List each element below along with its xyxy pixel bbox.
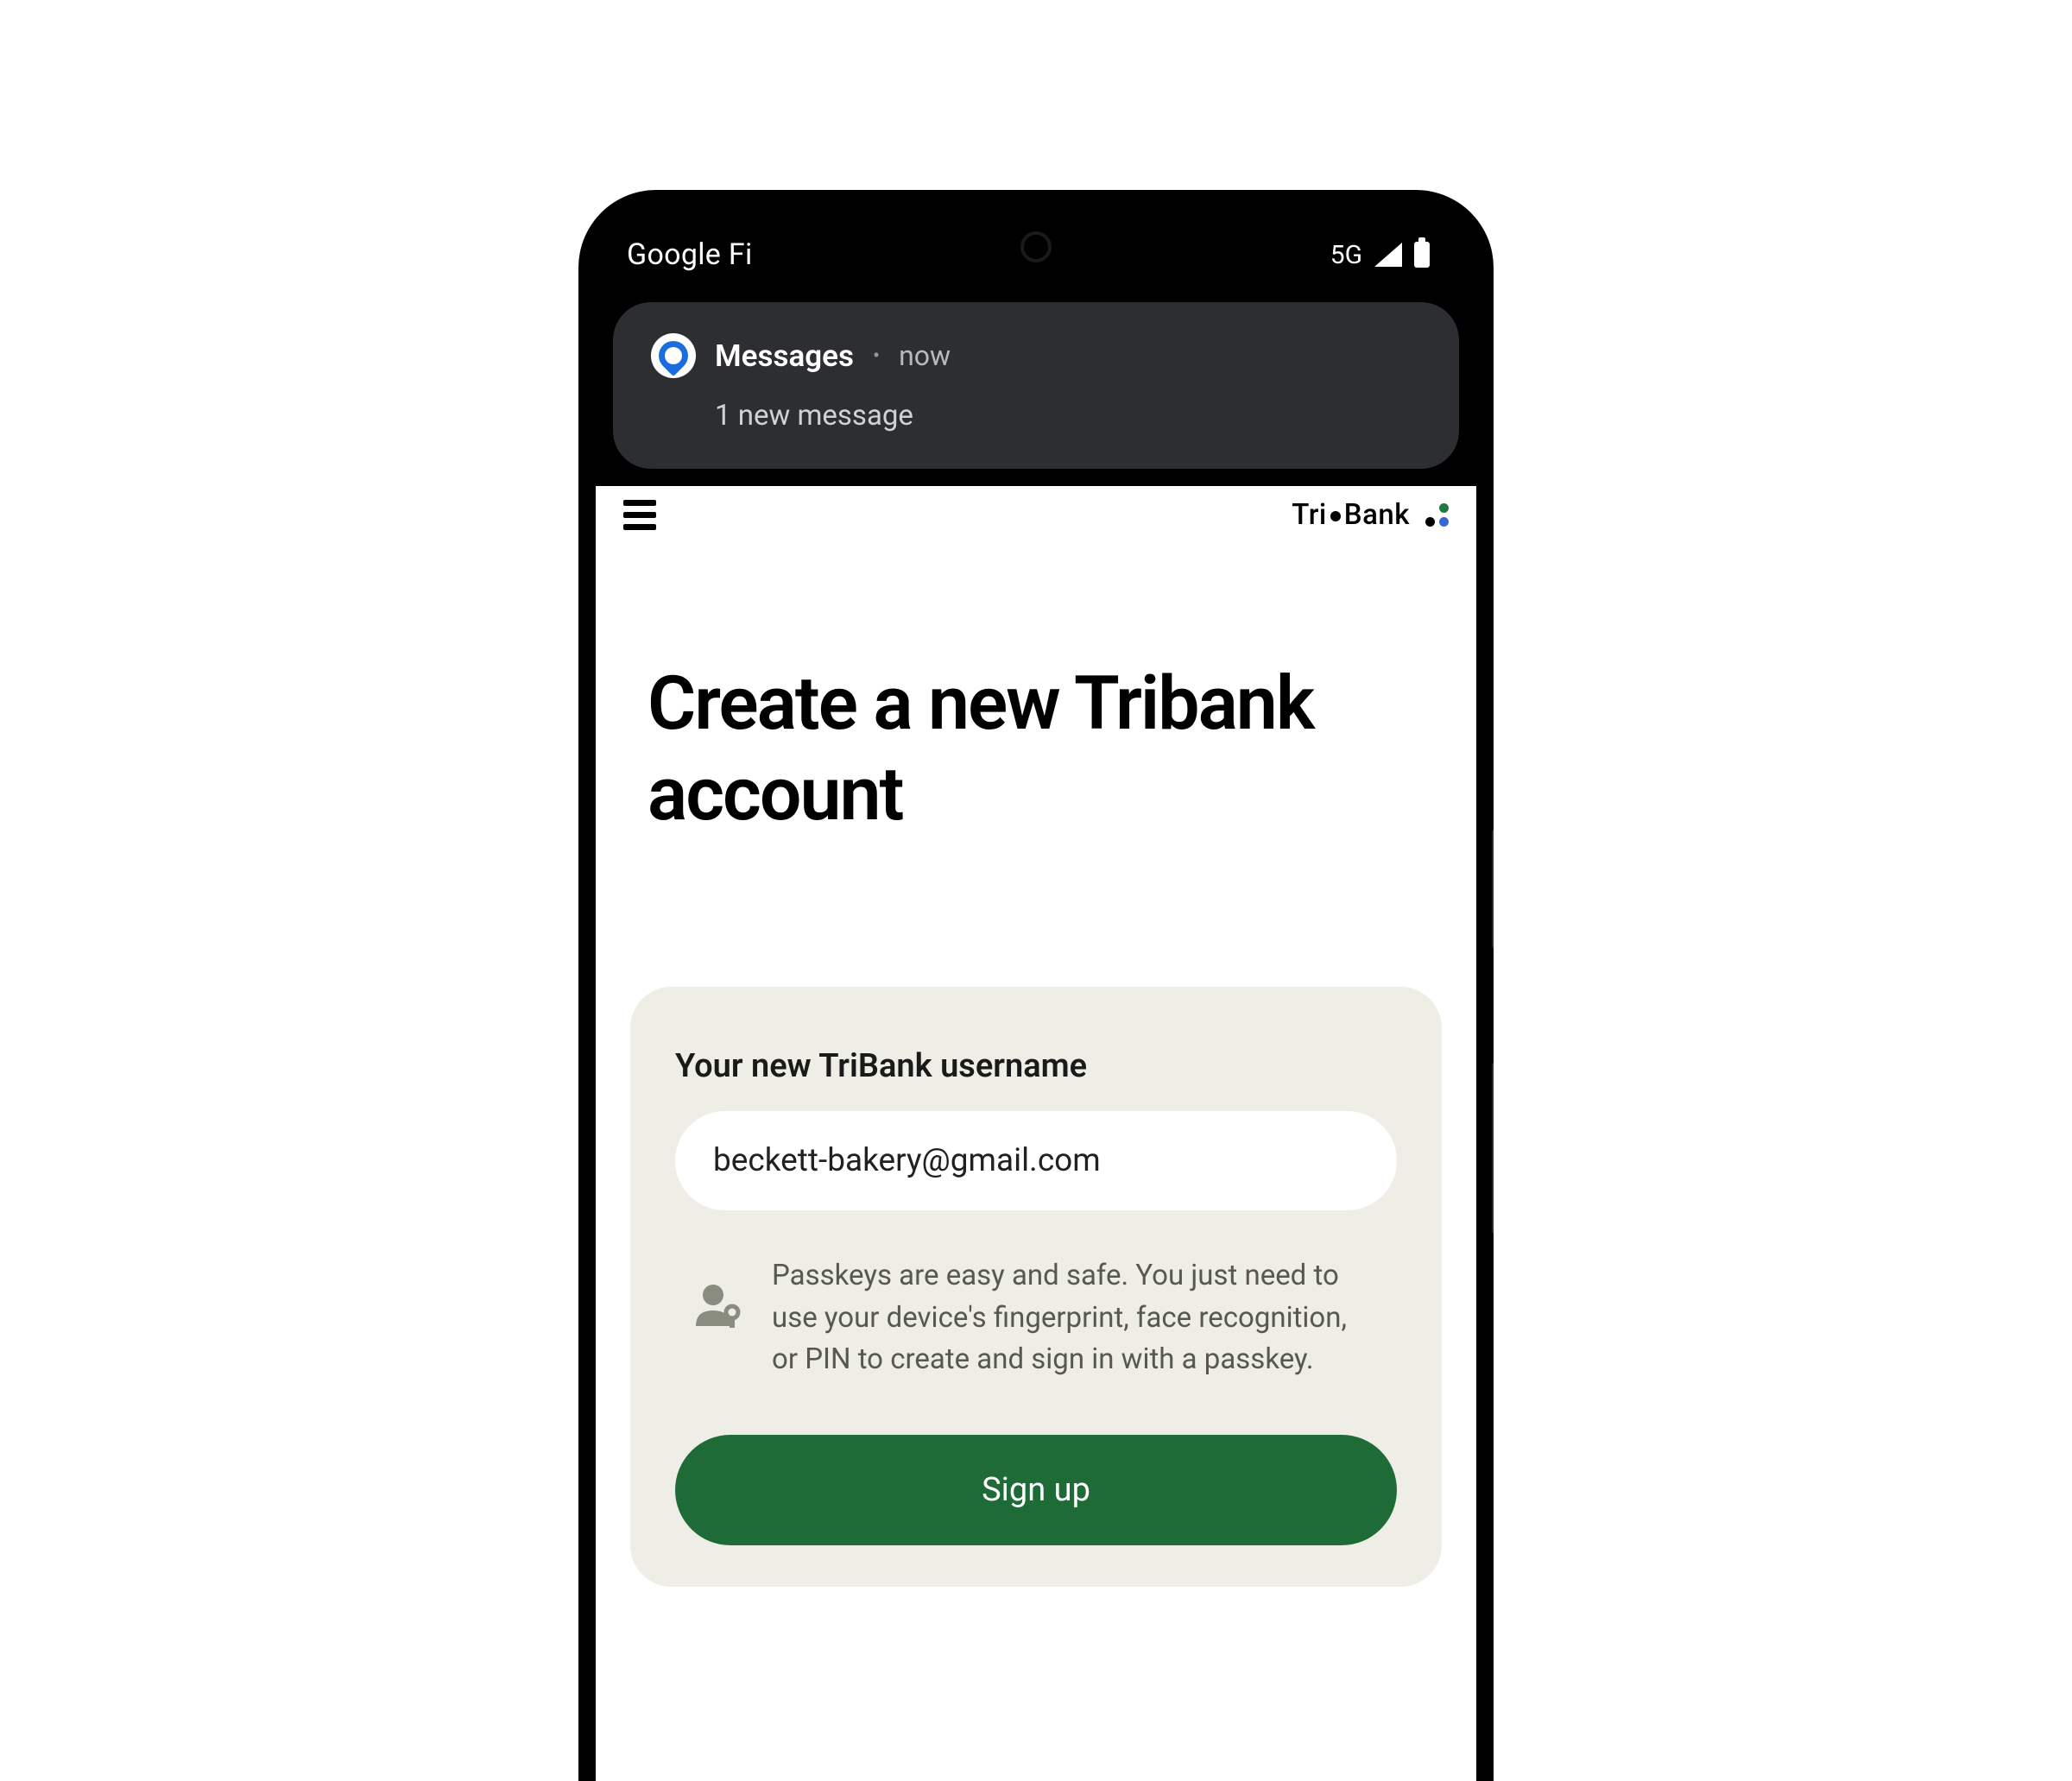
brand-dot-icon (1330, 511, 1341, 521)
status-icons: 5G (1330, 240, 1430, 270)
phone-frame: Google Fi 5G Messages • now 1 new messag… (578, 190, 1494, 1781)
brand-logo-area: Tri Bank (1292, 498, 1449, 532)
app-header: Tri Bank (596, 486, 1476, 538)
page-title: Create a new Tribank account (648, 659, 1424, 840)
main-heading-area: Create a new Tribank account (596, 538, 1476, 840)
passkey-person-icon (692, 1283, 742, 1333)
notification-app-name: Messages (715, 338, 854, 374)
phone-side-button (1492, 829, 1494, 950)
notification-banner[interactable]: Messages • now 1 new message (613, 302, 1459, 469)
phone-screen: Google Fi 5G Messages • now 1 new messag… (596, 207, 1476, 1781)
notification-time: now (899, 339, 951, 372)
camera-notch (1020, 231, 1052, 262)
carrier-label: Google Fi (627, 237, 753, 272)
notification-body: 1 new message (715, 399, 1421, 433)
signal-icon (1374, 243, 1402, 267)
username-input[interactable] (675, 1111, 1397, 1210)
messages-app-icon (651, 333, 696, 378)
brand-mark-icon (1425, 503, 1449, 527)
signup-form-card: Your new TriBank username Passkeys are e… (630, 987, 1442, 1587)
phone-side-button (1492, 1062, 1494, 1235)
battery-icon (1414, 242, 1430, 268)
brand-part-2: Bank (1344, 498, 1410, 532)
username-label: Your new TriBank username (675, 1047, 1397, 1085)
separator-dot: • (873, 344, 880, 368)
app-content: Tri Bank Create a new Tribank account You… (596, 486, 1476, 1781)
signup-button[interactable]: Sign up (675, 1435, 1397, 1545)
notification-header: Messages • now (651, 333, 1421, 378)
passkey-info-text: Passkeys are easy and safe. You just nee… (772, 1255, 1380, 1381)
brand-part-1: Tri (1292, 498, 1327, 532)
passkey-info-row: Passkeys are easy and safe. You just nee… (675, 1255, 1397, 1381)
notification-area: Messages • now 1 new message (596, 302, 1476, 486)
network-type: 5G (1330, 240, 1362, 270)
brand-name: Tri Bank (1292, 498, 1410, 532)
hamburger-menu-icon[interactable] (623, 500, 656, 530)
